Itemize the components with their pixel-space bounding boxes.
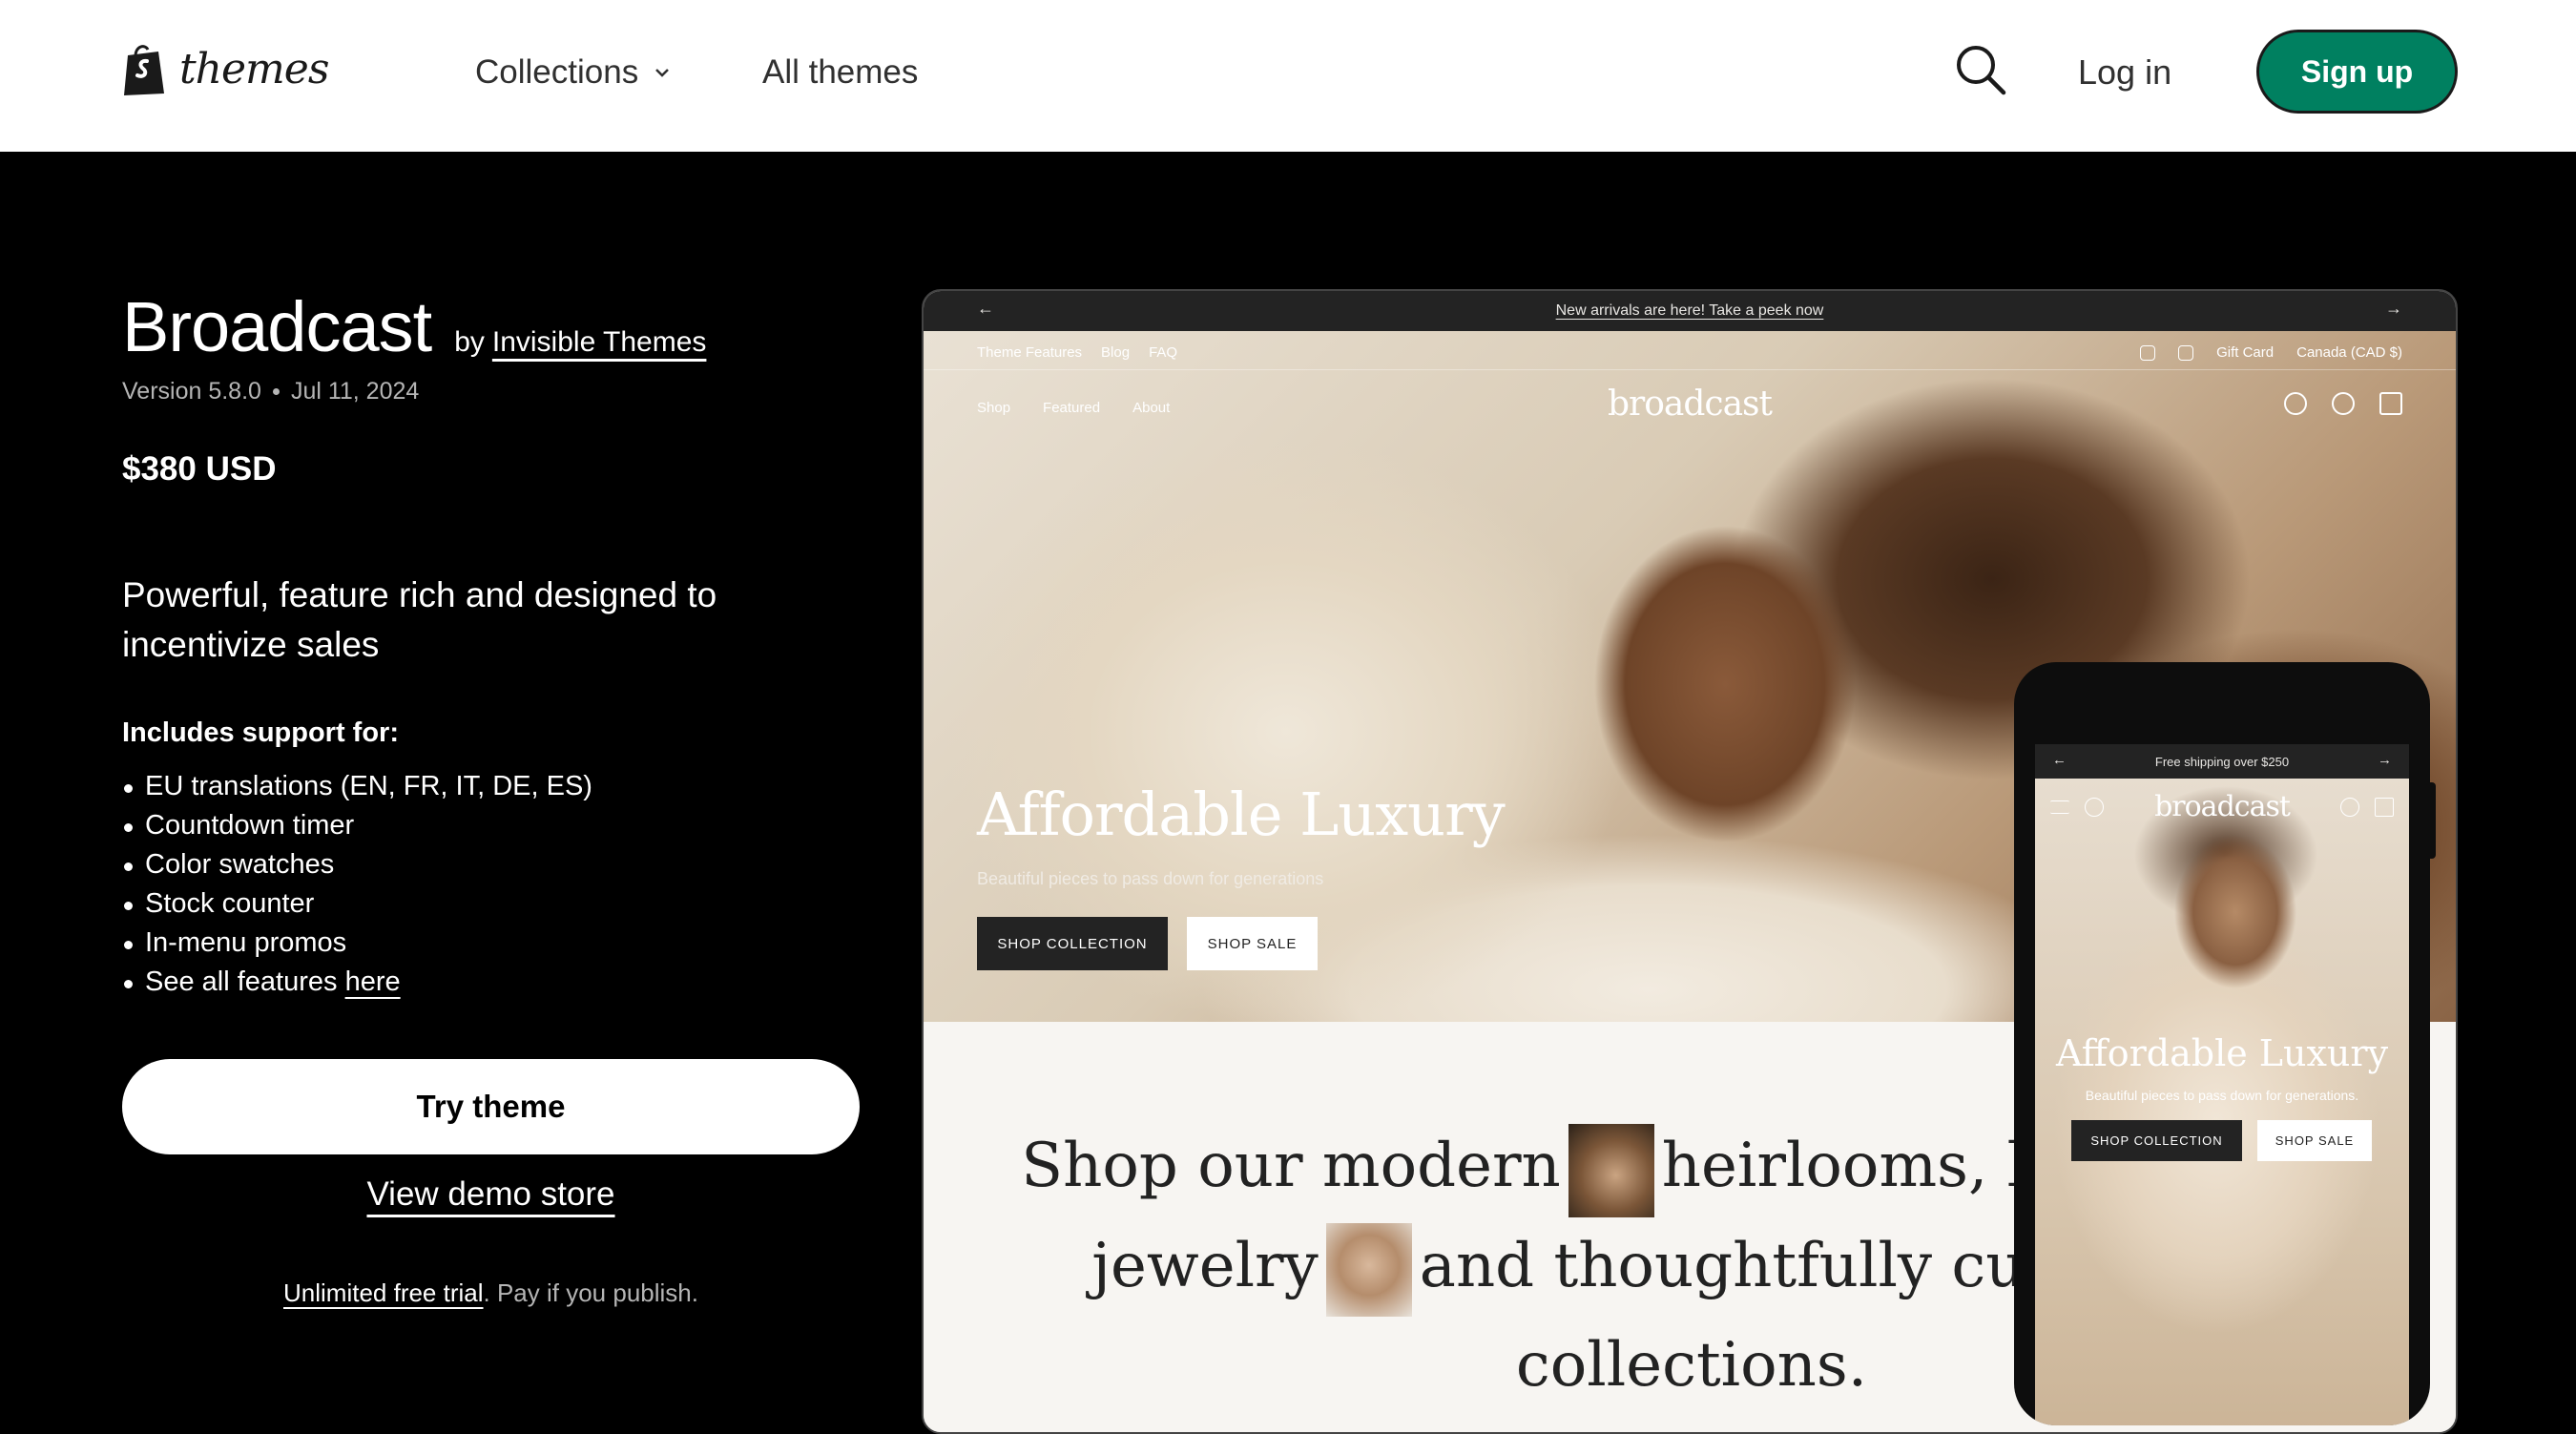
preview-utility-right: Gift Card Canada (CAD $) xyxy=(2140,344,2402,361)
preview-announcement-text: New arrivals are here! Take a peek now xyxy=(1555,302,1824,319)
account-icon xyxy=(2340,798,2359,817)
chevron-down-icon xyxy=(655,69,670,77)
support-title: Includes support for: xyxy=(122,717,399,748)
arrow-left-icon: ← xyxy=(2052,752,2067,768)
preview-main-nav-item: Featured xyxy=(1043,400,1101,416)
cart-icon xyxy=(2375,798,2394,817)
preview-main-nav: Shop Featured About xyxy=(977,400,1170,416)
author-link[interactable]: Invisible Themes xyxy=(492,326,707,359)
feature-item-see-all: See all features here xyxy=(122,963,592,1002)
preview-shop-collection-button: SHOP COLLECTION xyxy=(977,917,1168,970)
arrow-right-icon: → xyxy=(2385,299,2402,318)
preview-nav-item: Theme Features xyxy=(977,344,1083,361)
try-theme-button[interactable]: Try theme xyxy=(122,1059,860,1154)
mobile-announcement-bar: ← Free shipping over $250 → xyxy=(2035,744,2409,779)
preview-hero-subhead: Beautiful pieces to pass down for genera… xyxy=(977,869,1324,888)
jewelry-thumbnail xyxy=(1568,1123,1654,1217)
features-here-link[interactable]: here xyxy=(345,966,401,997)
logo-text: themes xyxy=(179,44,329,94)
separator-dot xyxy=(272,388,280,395)
mobile-preview[interactable]: ← Free shipping over $250 → broadcast Af… xyxy=(2014,662,2430,1425)
mobile-hero-image: broadcast Affordable Luxury Beautiful pi… xyxy=(2035,779,2409,1425)
login-link[interactable]: Log in xyxy=(2078,52,2171,93)
preview-divider xyxy=(924,369,2456,370)
mobile-shop-sale-button: SHOP SALE xyxy=(2257,1120,2372,1161)
preview-nav-item: FAQ xyxy=(1149,344,1178,361)
preview-announcement-bar: ← New arrivals are here! Take a peek now… xyxy=(924,291,2456,331)
arrow-left-icon: ← xyxy=(977,299,994,318)
view-demo-store-link[interactable]: View demo store xyxy=(366,1175,614,1213)
version-info: Version 5.8.0 Jul 11, 2024 xyxy=(122,378,419,405)
mobile-hero-headline: Affordable Luxury xyxy=(2055,1032,2389,1074)
earring-thumbnail xyxy=(1325,1223,1412,1317)
account-icon xyxy=(2284,392,2307,415)
shop-text-part: collections. xyxy=(1515,1330,1868,1401)
preview-header-icons xyxy=(2284,392,2402,415)
shop-text-part: Shop our modern xyxy=(1021,1131,1561,1201)
arrow-right-icon: → xyxy=(2378,752,2392,768)
collections-label: Collections xyxy=(475,53,639,91)
top-header: themes Collections All themes Log in Sig… xyxy=(0,0,2576,152)
feature-list: EU translations (EN, FR, IT, DE, ES) Cou… xyxy=(122,767,592,1002)
gift-card-link: Gift Card xyxy=(2216,344,2275,361)
shopify-bag-icon xyxy=(124,45,164,95)
currency-selector: Canada (CAD $) xyxy=(2296,344,2402,361)
trial-note-text: . Pay if you publish. xyxy=(483,1278,698,1307)
theme-name: Broadcast xyxy=(122,287,432,366)
preview-shop-sale-button: SHOP SALE xyxy=(1187,917,1318,970)
mobile-announcement-text: Free shipping over $250 xyxy=(2154,754,2290,769)
theme-price: $380 USD xyxy=(122,450,277,488)
cart-icon xyxy=(2379,392,2402,415)
preview-nav-item: Blog xyxy=(1101,344,1131,361)
mobile-hero-subhead: Beautiful pieces to pass down for genera… xyxy=(2085,1088,2359,1103)
instagram-icon xyxy=(2140,344,2156,361)
preview-utility-nav: Theme Features Blog FAQ xyxy=(977,344,1177,361)
collections-menu[interactable]: Collections xyxy=(475,53,673,92)
trial-note: Unlimited free trial. Pay if you publish… xyxy=(122,1278,860,1308)
demo-link-row: View demo store xyxy=(122,1175,860,1214)
mobile-header-icons xyxy=(2340,798,2394,817)
preview-main-nav-item: Shop xyxy=(977,400,1011,416)
preview-main-nav-item: About xyxy=(1132,400,1171,416)
preview-hero-headline: Affordable Luxury xyxy=(977,779,1506,849)
feature-item: Stock counter xyxy=(122,884,592,924)
feature-item: Countdown timer xyxy=(122,806,592,845)
feature-item: Color swatches xyxy=(122,845,592,884)
tiktok-icon xyxy=(2178,344,2194,361)
see-all-prefix: See all features xyxy=(145,966,345,997)
theme-tagline: Powerful, feature rich and designed to i… xyxy=(122,575,717,664)
by-label: by xyxy=(454,326,485,358)
search-icon xyxy=(2332,392,2355,415)
signup-button[interactable]: Sign up xyxy=(2256,30,2458,114)
feature-item: In-menu promos xyxy=(122,924,592,963)
shopify-themes-logo[interactable]: themes xyxy=(122,42,329,95)
shop-text-part: jewelry xyxy=(1091,1230,1319,1301)
version-text: Version 5.8.0 xyxy=(122,378,261,405)
search-icon[interactable] xyxy=(1953,42,2008,97)
mobile-shop-collection-button: SHOP COLLECTION xyxy=(2071,1120,2242,1161)
theme-title-row: Broadcast by Invisible Themes xyxy=(122,286,706,367)
free-trial-link[interactable]: Unlimited free trial xyxy=(283,1278,484,1307)
mobile-preview-screen: ← Free shipping over $250 → broadcast Af… xyxy=(2035,744,2409,1425)
release-date: Jul 11, 2024 xyxy=(290,378,420,405)
all-themes-link[interactable]: All themes xyxy=(762,53,918,92)
feature-item: EU translations (EN, FR, IT, DE, ES) xyxy=(122,767,592,806)
